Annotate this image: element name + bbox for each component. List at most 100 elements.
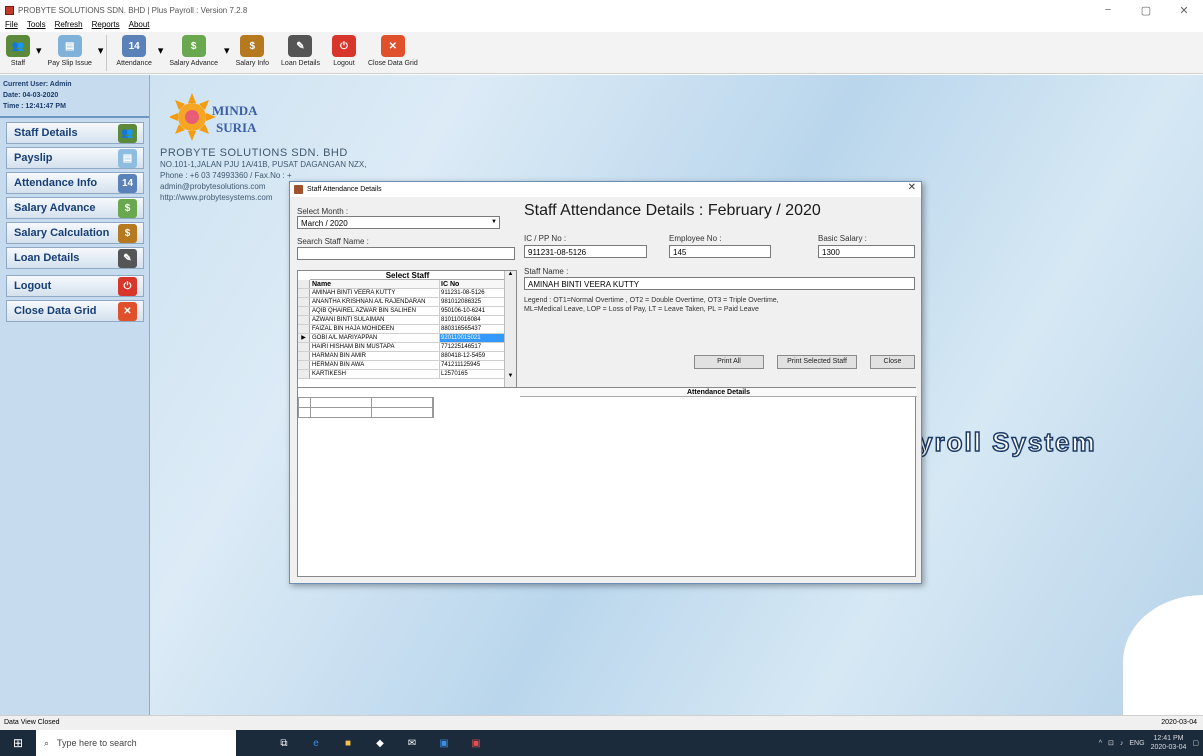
network-icon[interactable]: ⊡ bbox=[1108, 739, 1114, 747]
staff-row[interactable]: HAIRI HISHAM BIN MUSTAPA 771225146517 bbox=[298, 343, 516, 352]
taskbar-search[interactable]: ⌕ Type here to search bbox=[36, 730, 236, 756]
toolbar-staff-button[interactable]: 👥 Staff bbox=[0, 32, 36, 67]
scroll-down-icon[interactable]: ▼ bbox=[505, 373, 516, 379]
print-selected-staff-button[interactable]: Print Selected Staff bbox=[777, 355, 857, 369]
staff-name-cell[interactable]: HERMAN BIN AWA bbox=[310, 361, 440, 369]
maximize-button[interactable]: ▢ bbox=[1127, 0, 1165, 20]
staff-ic-cell[interactable]: 880418-12-5459 bbox=[440, 352, 505, 360]
print-all-button[interactable]: Print All bbox=[694, 355, 764, 369]
staff-name-cell[interactable]: HAIRI HISHAM BIN MUSTAPA bbox=[310, 343, 440, 351]
employee-no-field[interactable]: 145 bbox=[669, 245, 771, 258]
row-header[interactable] bbox=[298, 289, 310, 297]
grid-scrollbar[interactable]: ▲ ▼ bbox=[504, 271, 516, 390]
app-icon-blue[interactable]: ▣ bbox=[436, 736, 452, 750]
edge-icon[interactable]: e bbox=[308, 736, 324, 750]
staff-ic-cell[interactable]: 771225146517 bbox=[440, 343, 505, 351]
basic-salary-field[interactable]: 1300 bbox=[818, 245, 915, 258]
chevron-down-icon[interactable]: ▼ bbox=[489, 217, 499, 228]
payroll-app-icon[interactable]: ▣ bbox=[468, 736, 484, 750]
notification-icon[interactable]: ▢ bbox=[1192, 739, 1199, 747]
nav-loan-details[interactable]: Loan Details ✎ bbox=[6, 247, 144, 269]
nav-staff-details[interactable]: Staff Details 👥 bbox=[6, 122, 144, 144]
toolbar-salary-info-button[interactable]: $ Salary Info bbox=[230, 32, 275, 67]
staff-row[interactable]: AMINAH BINTI VEERA KUTTY 911231-08-5126 bbox=[298, 289, 516, 298]
nav-salary-calculation[interactable]: Salary Calculation $ bbox=[6, 222, 144, 244]
staff-name-cell[interactable]: FAIZAL BIN HAJA MOHIDEEN bbox=[310, 325, 440, 333]
staff-ic-cell[interactable]: 810110016084 bbox=[440, 316, 505, 324]
staff-ic-cell[interactable]: 981012086325 bbox=[440, 298, 505, 306]
menu-file[interactable]: File bbox=[5, 20, 18, 32]
staff-row[interactable]: ANANTHA KRISHNAN A/L RAJENDARAN 981012086… bbox=[298, 298, 516, 307]
staff-name-cell[interactable]: AMINAH BINTI VEERA KUTTY bbox=[310, 289, 440, 297]
staff-ic-cell[interactable]: 950106-10-6241 bbox=[440, 307, 505, 315]
nav-salary-advance[interactable]: Salary Advance $ bbox=[6, 197, 144, 219]
select-month-dropdown[interactable]: March / 2020 ▼ bbox=[297, 216, 500, 229]
window-close-button[interactable]: ✕ bbox=[1165, 0, 1203, 20]
nav-logout[interactable]: Logout ⏻ bbox=[6, 275, 144, 297]
tray-chevron-icon[interactable]: ^ bbox=[1099, 740, 1102, 747]
staff-ic-cell[interactable]: 741211125945 bbox=[440, 361, 505, 369]
scroll-up-icon[interactable]: ▲ bbox=[505, 271, 516, 277]
close-button[interactable]: Close bbox=[870, 355, 915, 369]
column-header-ic[interactable]: IC No bbox=[440, 280, 505, 288]
toolbar-loan-details-button[interactable]: ✎ Loan Details bbox=[275, 32, 326, 67]
windows-start-icon[interactable]: ⊞ bbox=[0, 730, 36, 756]
staff-name-cell[interactable]: HARMAN BIN AMIR bbox=[310, 352, 440, 360]
column-header-name[interactable]: Name bbox=[310, 280, 440, 288]
staff-name-field[interactable]: AMINAH BINTI VEERA KUTTY bbox=[524, 277, 915, 290]
chevron-down-icon[interactable]: ▾ bbox=[98, 44, 104, 57]
search-staff-input[interactable] bbox=[297, 247, 515, 260]
menu-about[interactable]: About bbox=[129, 20, 150, 32]
row-header[interactable] bbox=[298, 352, 310, 360]
menu-tools[interactable]: Tools bbox=[27, 20, 46, 32]
staff-row[interactable]: HARMAN BIN AMIR 880418-12-5459 bbox=[298, 352, 516, 361]
clock[interactable]: 12:41 PM 2020-03-04 bbox=[1151, 734, 1187, 752]
row-header[interactable] bbox=[298, 298, 310, 306]
staff-row[interactable]: AQIB QHAIREL AZWAR BIN SALIHEN 950106-10-… bbox=[298, 307, 516, 316]
staff-name-cell[interactable]: GOBI A/L MARIYAPPAN bbox=[310, 334, 440, 342]
task-view-icon[interactable]: ⧉ bbox=[276, 736, 292, 750]
staff-row[interactable]: HERMAN BIN AWA 741211125945 bbox=[298, 361, 516, 370]
nav-close-data-grid[interactable]: Close Data Grid ✕ bbox=[6, 300, 144, 322]
dialog-close-icon[interactable]: ✕ bbox=[908, 182, 916, 193]
row-selector-icon[interactable]: ▶ bbox=[298, 334, 310, 342]
staff-name-cell[interactable]: AQIB QHAIREL AZWAR BIN SALIHEN bbox=[310, 307, 440, 315]
staff-row[interactable]: KARTIKESH L2570165 bbox=[298, 370, 516, 379]
row-header[interactable] bbox=[298, 370, 310, 378]
nav-payslip[interactable]: Payslip ▤ bbox=[6, 147, 144, 169]
nav-attendance-info[interactable]: Attendance Info 14 bbox=[6, 172, 144, 194]
staff-ic-cell[interactable]: 880316565437 bbox=[440, 325, 505, 333]
minimize-button[interactable]: − bbox=[1089, 0, 1127, 20]
row-header[interactable] bbox=[298, 325, 310, 333]
row-header[interactable] bbox=[298, 307, 310, 315]
toolbar-pay-slip-issue-button[interactable]: ▤ Pay Slip Issue bbox=[42, 32, 98, 67]
staff-row[interactable]: FAIZAL BIN HAJA MOHIDEEN 880316565437 bbox=[298, 325, 516, 334]
file-explorer-icon[interactable]: ■ bbox=[340, 736, 356, 750]
payslip-icon: ▤ bbox=[57, 35, 82, 57]
store-icon[interactable]: ◆ bbox=[372, 736, 388, 750]
staff-name-cell[interactable]: AZWANI BINTI SULAIMAN bbox=[310, 316, 440, 324]
row-header[interactable] bbox=[298, 316, 310, 324]
language-indicator[interactable]: ENG bbox=[1129, 740, 1144, 747]
toolbar-attendance-button[interactable]: 14 Attendance bbox=[110, 32, 157, 67]
staff-ic-cell[interactable]: 911231-08-5126 bbox=[440, 289, 505, 297]
mail-icon[interactable]: ✉ bbox=[404, 736, 420, 750]
nav-label: Staff Details bbox=[14, 127, 78, 139]
volume-icon[interactable]: ♪ bbox=[1120, 740, 1124, 747]
staff-name-cell[interactable]: KARTIKESH bbox=[310, 370, 440, 378]
staff-row[interactable]: ▶ GOBI A/L MARIYAPPAN 920110015021 bbox=[298, 334, 516, 343]
window-title: PROBYTE SOLUTIONS SDN. BHD | Plus Payrol… bbox=[18, 5, 248, 15]
row-header[interactable] bbox=[298, 343, 310, 351]
staff-ic-cell[interactable]: L2570165 bbox=[440, 370, 505, 378]
ic-field[interactable]: 911231-08-5126 bbox=[524, 245, 647, 258]
staff-row[interactable]: AZWANI BINTI SULAIMAN 810110016084 bbox=[298, 316, 516, 325]
toolbar-salary-advance-button[interactable]: $ Salary Advance bbox=[163, 32, 224, 67]
toolbar-close-data-grid-button[interactable]: ✕ Close Data Grid bbox=[362, 32, 424, 67]
toolbar-logout-button[interactable]: ⏻ Logout bbox=[326, 32, 362, 67]
staff-name-cell[interactable]: ANANTHA KRISHNAN A/L RAJENDARAN bbox=[310, 298, 440, 306]
menu-reports[interactable]: Reports bbox=[92, 20, 120, 32]
row-header[interactable] bbox=[298, 361, 310, 369]
staff-ic-cell[interactable]: 920110015021 bbox=[440, 334, 505, 342]
menu-refresh[interactable]: Refresh bbox=[55, 20, 83, 32]
payslip-icon: ▤ bbox=[118, 148, 137, 168]
